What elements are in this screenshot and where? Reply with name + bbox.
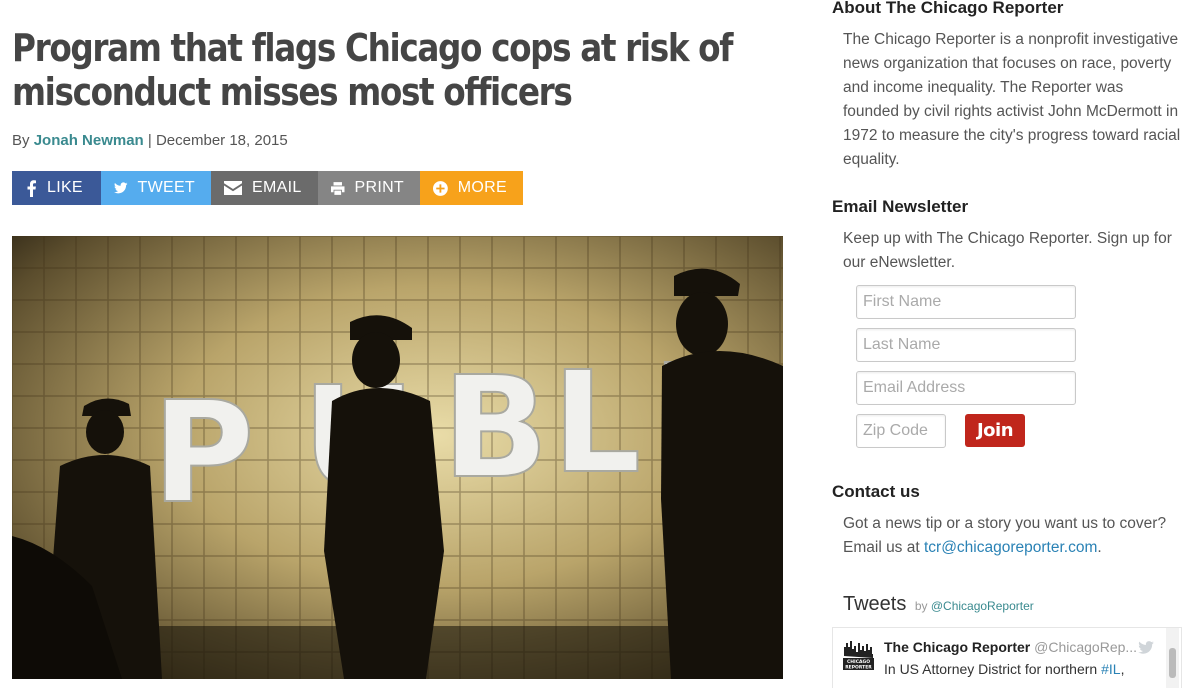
email-address-field[interactable]	[856, 371, 1076, 405]
more-share-button[interactable]: MORE	[420, 171, 523, 205]
tweet-scrollbar[interactable]	[1166, 628, 1179, 688]
more-label: MORE	[457, 179, 507, 196]
tweets-title: Tweets	[843, 593, 907, 615]
join-button[interactable]: Join	[965, 414, 1025, 447]
article-headline: Program that flags Chicago cops at risk …	[12, 26, 733, 114]
zip-code-field[interactable]	[856, 414, 946, 448]
scrollbar-thumb[interactable]	[1169, 648, 1176, 678]
facebook-icon	[27, 179, 36, 197]
avatar-text: CHICAGO	[847, 659, 870, 665]
email-label: EMAIL	[252, 179, 302, 196]
envelope-icon	[224, 181, 242, 195]
contact-text: Got a news tip or a story you want us to…	[843, 512, 1183, 560]
about-heading: About The Chicago Reporter	[832, 0, 1064, 17]
tweets-handle-link[interactable]: @ChicagoReporter	[931, 599, 1034, 613]
byline-prefix: By	[12, 132, 30, 149]
print-button[interactable]: PRINT	[318, 171, 420, 205]
tweet-author-handle: @ChicagoRep...	[1034, 639, 1138, 655]
plus-circle-icon	[433, 180, 448, 196]
facebook-like-button[interactable]: LIKE	[12, 171, 101, 205]
contact-heading: Contact us	[832, 482, 920, 501]
article-date: December 18, 2015	[155, 132, 288, 149]
tweet-button[interactable]: TWEET	[101, 171, 211, 205]
twitter-bird-icon	[114, 182, 128, 194]
email-share-button[interactable]: EMAIL	[211, 171, 318, 205]
share-bar: LIKE TWEET EMAIL PRINT MORE	[12, 171, 523, 205]
tweet-label: TWEET	[137, 179, 195, 196]
tweets-by-label: by	[914, 599, 928, 613]
newsletter-text: Keep up with The Chicago Reporter. Sign …	[843, 230, 1172, 271]
sign-letter: P	[152, 372, 255, 535]
contact-text-period: .	[1097, 539, 1102, 556]
first-name-field[interactable]	[856, 285, 1076, 319]
like-label: LIKE	[47, 179, 83, 196]
tweet-text: In US Attorney District for northern #IL…	[884, 661, 1124, 677]
tweets-by: by @ChicagoReporter	[915, 599, 1034, 613]
newsletter-heading: Email Newsletter	[832, 197, 969, 216]
sign-letter: L	[552, 342, 641, 505]
tweet-author-name: The Chicago Reporter	[884, 639, 1031, 655]
author-link[interactable]: Jonah Newman	[34, 132, 144, 149]
chicago-reporter-logo-icon: CHICAGO REPORTER	[842, 638, 875, 671]
tweets-header: Tweets by @ChicagoReporter	[843, 593, 1034, 616]
byline-separator: |	[147, 132, 152, 149]
article-photo: P U B L I	[12, 236, 783, 679]
print-label: PRINT	[354, 179, 404, 196]
printer-icon	[331, 181, 345, 195]
avatar[interactable]: CHICAGO REPORTER	[842, 638, 875, 671]
police-officers-photo: P U B L I	[12, 236, 783, 679]
avatar-text: REPORTER	[845, 665, 872, 671]
about-text: The Chicago Reporter is a nonprofit inve…	[843, 31, 1181, 168]
sign-letter: B	[442, 347, 549, 510]
tweet-text-body: In US Attorney District for northern	[884, 661, 1098, 677]
last-name-field[interactable]	[856, 328, 1076, 362]
tweet-author[interactable]: The Chicago Reporter @ChicagoRep...	[884, 639, 1137, 655]
contact-email-link[interactable]: tcr@chicagoreporter.com	[924, 539, 1097, 556]
twitter-bird-icon[interactable]	[1138, 641, 1154, 654]
tweet-text-comma: ,	[1120, 661, 1125, 677]
tweet-hashtag-link[interactable]: #IL	[1101, 661, 1120, 677]
byline: By Jonah Newman | December 18, 2015	[12, 132, 288, 149]
